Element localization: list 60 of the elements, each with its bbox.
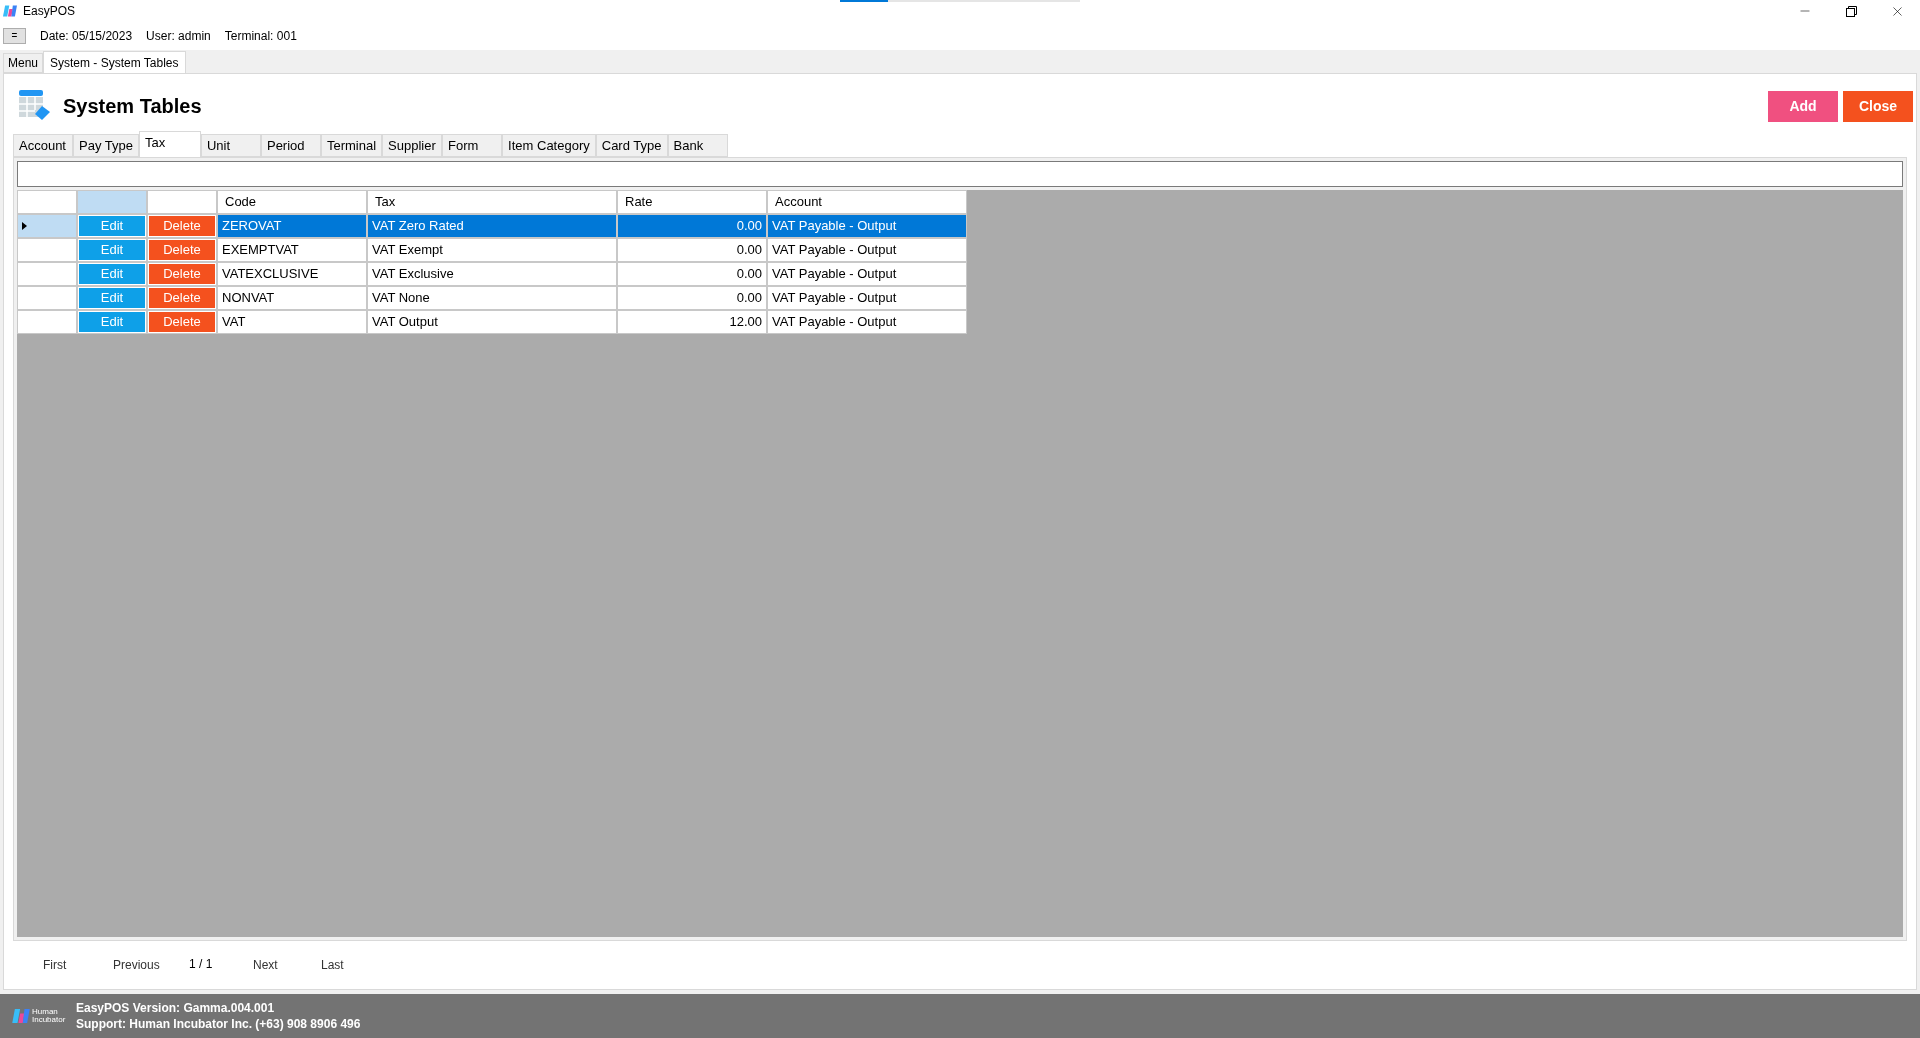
last-button[interactable]: Last	[321, 956, 344, 974]
table-cell: VAT None	[367, 286, 617, 310]
first-button[interactable]: First	[43, 956, 113, 974]
table-cell: VAT Zero Rated	[367, 214, 617, 238]
current-row-icon	[22, 222, 27, 230]
table-cell: 0.00	[617, 262, 767, 286]
company-logo-text: Human Incubator	[32, 1008, 67, 1024]
next-button[interactable]: Next	[253, 956, 321, 974]
app-logo-icon	[3, 5, 17, 17]
table-tab[interactable]: Card Type	[595, 134, 668, 157]
table-cell: VAT Exclusive	[367, 262, 617, 286]
date-label: Date: 05/15/2023	[40, 28, 133, 45]
page-indicator: 1 / 1	[189, 955, 214, 973]
support-label: Support: Human Incubator Inc. (+63) 908 8906 496	[76, 1016, 361, 1032]
column-header[interactable]: Account	[767, 190, 967, 214]
table-cell: EXEMPTVAT	[217, 238, 367, 262]
table-tab[interactable]: Bank	[667, 134, 728, 157]
table-tab[interactable]: Period	[260, 134, 321, 157]
table-cell: NONVAT	[217, 286, 367, 310]
table-cell: VAT Payable - Output	[767, 214, 967, 238]
table-tab[interactable]: Pay Type	[73, 134, 139, 157]
table-cell: ZEROVAT	[217, 214, 367, 238]
table-tab[interactable]: Unit	[200, 134, 261, 157]
table-tab[interactable]: Supplier	[382, 134, 443, 157]
table-cell: VAT Payable - Output	[767, 262, 967, 286]
table-cell: VAT Exempt	[367, 238, 617, 262]
column-header[interactable]: Code	[217, 190, 367, 214]
table-cell: VAT	[217, 310, 367, 334]
column-header[interactable]: Tax	[367, 190, 617, 214]
column-header	[17, 190, 77, 214]
table-cell: VAT Payable - Output	[767, 238, 967, 262]
table-cell: VAT Output	[367, 310, 617, 334]
table-tab[interactable]: Account	[13, 134, 73, 157]
search-field[interactable]	[17, 161, 1903, 187]
document-tab[interactable]: Menu	[3, 53, 44, 73]
column-header[interactable]	[147, 190, 217, 214]
window-title: EasyPOS	[23, 3, 76, 20]
table-edit-icon	[19, 90, 53, 122]
table-cell: VATEXCLUSIVE	[217, 262, 367, 286]
document-tab[interactable]: System - System Tables	[43, 51, 186, 73]
company-logo-icon	[12, 1009, 30, 1023]
restore-icon	[1845, 5, 1857, 17]
column-header[interactable]	[77, 190, 147, 214]
table-cell: VAT Payable - Output	[767, 310, 967, 334]
table-tab[interactable]: Form	[442, 134, 503, 157]
table-tab[interactable]: Item Category	[502, 134, 596, 157]
table-cell: 12.00	[617, 310, 767, 334]
column-header[interactable]: Rate	[617, 190, 767, 214]
page-title: System Tables	[63, 94, 202, 119]
terminal-label: Terminal: 001	[224, 28, 297, 45]
user-label: User: admin	[146, 28, 211, 45]
previous-button[interactable]: Previous	[113, 956, 189, 974]
table-tab[interactable]: Terminal	[320, 134, 383, 157]
menu-toggle-button[interactable]: =	[3, 28, 26, 44]
table-cell: 0.00	[617, 286, 767, 310]
table-tab[interactable]: Tax	[138, 131, 201, 157]
table-cell: VAT Payable - Output	[767, 286, 967, 310]
version-label: EasyPOS Version: Gamma.004.001	[76, 1000, 276, 1016]
table-cell: 0.00	[617, 238, 767, 262]
table-cell: 0.00	[617, 214, 767, 238]
